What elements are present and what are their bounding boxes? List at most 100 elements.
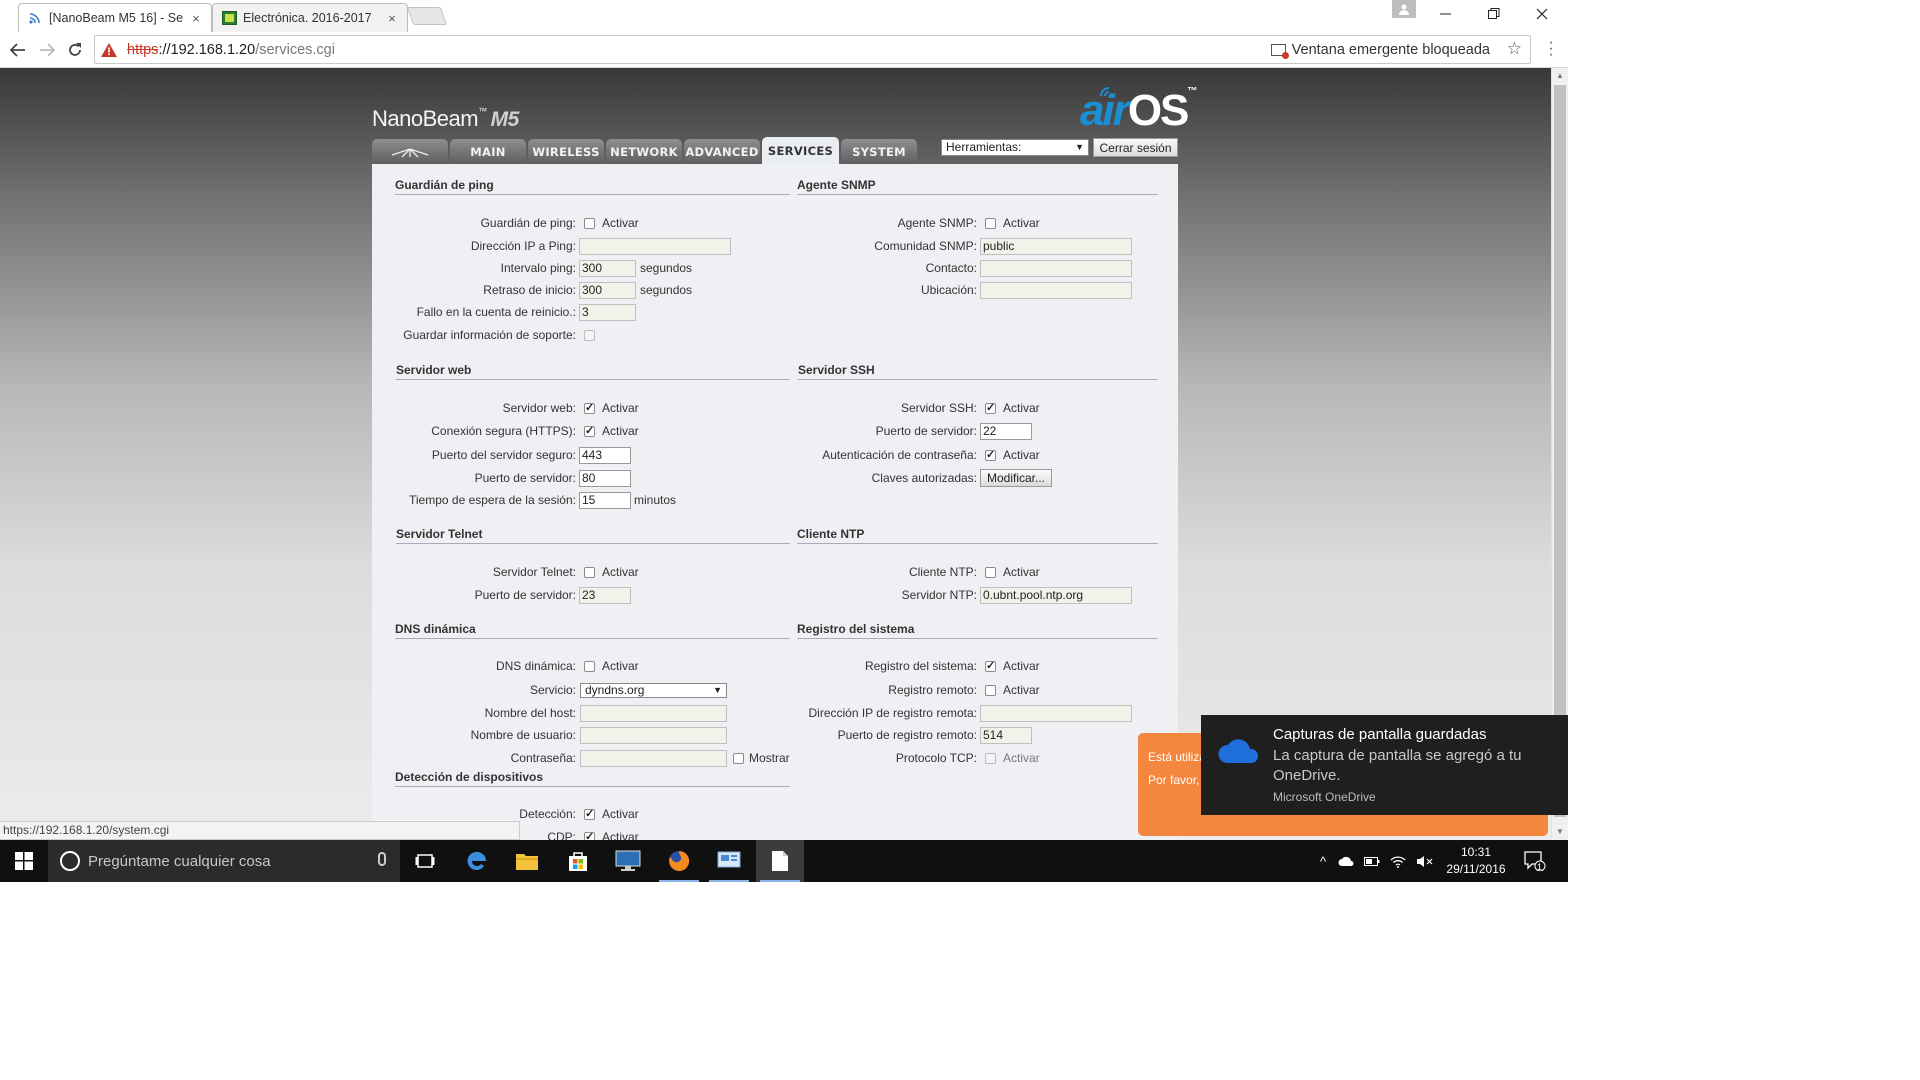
tab-ubnt-logo[interactable] [372,139,448,164]
edge-browser-icon[interactable] [453,840,501,882]
ntp-client-checkbox[interactable] [985,567,996,578]
tcp-protocol-checkbox[interactable] [985,753,996,764]
chevron-up-icon[interactable]: ^ [1320,854,1326,869]
tab-main[interactable]: MAIN [450,139,526,164]
telnet-server-checkbox[interactable] [584,567,595,578]
action-center-icon[interactable]: 1 [1524,840,1546,882]
tab-title: [NanoBeam M5 16] - Ser [49,11,183,25]
activate-label: Activar [1003,683,1040,697]
minutes-unit: minutos [634,493,677,507]
tools-select[interactable]: Herramientas: ▼ [941,139,1089,156]
save-support-checkbox[interactable] [584,330,595,341]
snmp-community-input[interactable]: public [980,238,1132,255]
reload-icon[interactable] [63,38,87,62]
startup-delay-input[interactable]: 300 [579,282,636,299]
document-app-icon[interactable] [756,840,804,882]
remote-log-port-input[interactable]: 514 [980,727,1032,744]
store-icon[interactable] [554,840,602,882]
cortana-search-box[interactable]: Pregúntame cualquier cosa [48,840,400,882]
scroll-down-icon[interactable]: ▼ [1552,824,1568,840]
ntp-server-label: Servidor NTP: [901,588,977,602]
session-timeout-input[interactable]: 15 [579,492,631,509]
volume-muted-icon[interactable] [1416,855,1434,868]
microphone-icon[interactable] [378,852,386,866]
snmp-contact-label: Contacto: [925,261,977,275]
web-port-input[interactable]: 80 [579,470,631,487]
close-tab-icon[interactable]: × [385,11,399,26]
section-syslog: Registro del sistema [797,622,1158,639]
remote-log-ip-input[interactable] [980,705,1132,722]
popup-blocked-indicator[interactable]: Ventana emergente bloqueada [1270,36,1490,63]
snmp-community-label: Comunidad SNMP: [874,239,977,253]
activate-label: Activar [1003,448,1040,462]
tab-wireless[interactable]: WIRELESS [528,139,604,164]
ddns-checkbox[interactable] [584,661,595,672]
tab-network[interactable]: NETWORK [606,139,682,164]
modify-keys-button[interactable]: Modificar... [980,469,1052,487]
ddns-service-value: dyndns.org [585,683,645,697]
taskbar-clock[interactable]: 10:31 29/11/2016 [1440,844,1512,878]
password-auth-checkbox[interactable] [985,448,996,461]
address-bar[interactable]: https://192.168.1.20/services.cgi Ventan… [94,35,1531,64]
tab-electronica[interactable]: Electrónica. 2016-2017 × [212,3,408,32]
ping-interval-input[interactable]: 300 [579,260,636,277]
discovery-checkbox[interactable] [584,807,595,820]
tab-system[interactable]: SYSTEM [841,139,917,164]
web-server-checkbox[interactable] [584,401,595,414]
ddns-host-input[interactable] [580,705,727,722]
browser-tabstrip: [NanoBeam M5 16] - Ser × Electrónica. 20… [0,0,1568,32]
wifi-icon[interactable] [1390,855,1406,868]
close-tab-icon[interactable]: × [189,11,203,26]
onedrive-tray-icon[interactable] [1338,855,1354,867]
toast-body: La captura de pantalla se agregó a tu On… [1273,747,1522,784]
https-checkbox[interactable] [584,424,595,437]
task-view-icon[interactable] [401,840,449,882]
ping-watchdog-checkbox[interactable] [584,218,595,229]
activate-label: Activar [602,807,639,821]
ddns-service-select[interactable]: dyndns.org ▼ [580,683,727,698]
show-password-checkbox[interactable] [733,753,744,764]
security-warning-icon[interactable] [101,42,117,57]
secure-port-input[interactable]: 443 [579,447,631,464]
snmp-location-input[interactable] [980,282,1132,299]
scroll-up-icon[interactable]: ▲ [1552,68,1568,84]
snmp-contact-input[interactable] [980,260,1132,277]
battery-icon[interactable] [1364,855,1380,867]
monitor-app-icon[interactable] [604,840,652,882]
browser-menu-icon[interactable]: · · · [1544,35,1558,63]
cdp-checkbox[interactable] [584,830,595,840]
restore-icon[interactable] [1476,0,1512,28]
tab-advanced[interactable]: ADVANCED [684,139,760,164]
activate-label: Activar [602,565,639,579]
start-button[interactable] [0,840,48,882]
ddns-password-input[interactable] [580,750,727,767]
forward-icon[interactable] [35,38,59,62]
close-window-icon[interactable] [1524,0,1560,28]
remote-log-checkbox[interactable] [985,685,996,696]
profile-icon[interactable] [1392,0,1416,18]
telnet-port-input[interactable]: 23 [579,587,631,604]
new-tab-button[interactable] [406,7,448,25]
bookmark-star-icon[interactable]: ☆ [1507,39,1522,59]
remote-desktop-icon[interactable] [705,840,753,882]
syslog-checkbox[interactable] [985,659,996,672]
ping-ip-input[interactable] [579,238,731,255]
cdp-label: CDP: [547,830,576,840]
tab-services[interactable]: SERVICES [762,137,839,164]
onedrive-toast[interactable]: Capturas de pantalla guardadas La captur… [1201,715,1568,815]
file-explorer-icon[interactable] [503,840,551,882]
back-icon[interactable] [6,38,30,62]
snmp-agent-checkbox[interactable] [985,218,996,229]
firefox-icon[interactable] [655,840,703,882]
logout-button[interactable]: Cerrar sesión [1093,138,1178,157]
ddns-user-input[interactable] [580,727,727,744]
ssh-port-input[interactable]: 22 [980,423,1032,440]
ssh-server-checkbox[interactable] [985,401,996,414]
ntp-server-input[interactable]: 0.ubnt.pool.ntp.org [980,587,1132,604]
minimize-icon[interactable] [1428,0,1464,28]
failure-count-input[interactable]: 3 [579,304,636,321]
tab-nanobeam[interactable]: [NanoBeam M5 16] - Ser × [18,3,212,32]
section-web-server: Servidor web [396,363,790,380]
ddns-label: DNS dinámica: [495,659,576,673]
scroll-thumb[interactable] [1554,85,1566,817]
